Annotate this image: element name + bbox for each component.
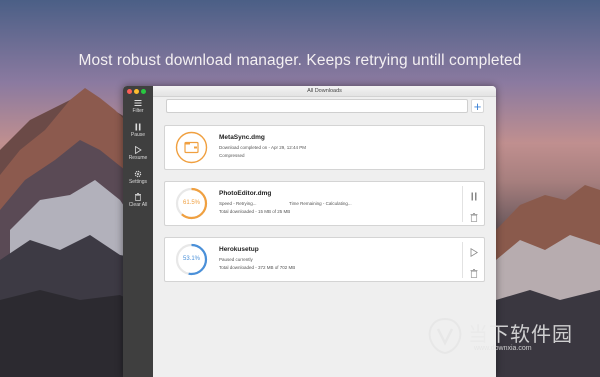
delete-button[interactable] xyxy=(467,209,481,222)
divider xyxy=(462,242,463,278)
gear-icon xyxy=(134,170,142,178)
compression-status: Compressed xyxy=(219,153,245,158)
sidebar-item-label: Clear All xyxy=(128,202,148,208)
time-remaining: Time Remaining - Calculating... xyxy=(289,201,352,206)
sidebar-item-label: Resume xyxy=(128,155,148,161)
close-window-button[interactable] xyxy=(127,89,132,94)
file-name: Herokusetup xyxy=(219,246,259,253)
watermark-logo xyxy=(428,317,462,355)
sidebar-item-settings[interactable]: Settings xyxy=(123,170,153,185)
sidebar-item-resume[interactable]: Resume xyxy=(123,146,153,161)
watermark: 当下软件园 www.downxia.com xyxy=(424,316,594,356)
sidebar: Filter Pause Resume Settings Clear All xyxy=(123,86,153,377)
sidebar-item-clear-all[interactable]: Clear All xyxy=(123,193,153,208)
progress-ring: 61.5% xyxy=(175,187,208,220)
minimize-window-button[interactable] xyxy=(134,89,139,94)
total-downloaded: Total downloaded - 372 MB of 702 MB xyxy=(219,265,296,270)
completed-badge xyxy=(175,131,208,164)
filter-icon xyxy=(134,100,142,106)
watermark-url: www.downxia.com xyxy=(474,345,532,352)
search-input[interactable] xyxy=(166,99,468,113)
pause-button[interactable] xyxy=(467,188,481,201)
folder-icon xyxy=(175,131,208,164)
add-download-button[interactable]: + xyxy=(471,99,484,113)
file-name: PhotoEditor.dmg xyxy=(219,190,272,197)
sidebar-item-filter[interactable]: Filter xyxy=(123,99,153,114)
trash-icon xyxy=(135,193,141,201)
progress-ring: 53.1% xyxy=(175,243,208,276)
resume-button[interactable] xyxy=(467,244,481,258)
headline: Most robust download manager. Keeps retr… xyxy=(78,52,522,69)
download-item[interactable]: MetaSync.dmg Download completed on - Apr… xyxy=(164,125,485,170)
paused-status: Paused currently xyxy=(219,257,253,262)
pause-icon xyxy=(471,192,477,201)
completion-time: Download completed on - Apr 29, 12:44 PM xyxy=(219,145,307,150)
window-title: All Downloads xyxy=(153,86,496,97)
trash-icon xyxy=(470,269,478,278)
divider xyxy=(462,186,463,222)
download-item[interactable]: 53.1% Herokusetup Paused currently Total… xyxy=(164,237,485,282)
progress-percent: 53.1% xyxy=(182,256,200,262)
play-icon xyxy=(470,247,479,258)
delete-button[interactable] xyxy=(467,265,481,278)
sidebar-item-label: Settings xyxy=(128,179,148,185)
window-controls xyxy=(127,89,146,94)
file-name: MetaSync.dmg xyxy=(219,134,265,141)
watermark-text: 当下软件园 xyxy=(468,322,573,346)
sidebar-item-pause[interactable]: Pause xyxy=(123,123,153,138)
play-icon xyxy=(135,146,142,154)
progress-percent: 61.5% xyxy=(182,200,200,206)
zoom-window-button[interactable] xyxy=(141,89,146,94)
sidebar-item-label: Filter xyxy=(132,108,144,114)
sidebar-item-label: Pause xyxy=(130,132,146,138)
search-row: + xyxy=(166,99,484,113)
download-item[interactable]: 61.5% PhotoEditor.dmg Speed - Retrying..… xyxy=(164,181,485,226)
total-downloaded: Total downloaded - 15 MB of 25 MB xyxy=(219,209,291,214)
download-speed: Speed - Retrying... xyxy=(219,201,257,206)
trash-icon xyxy=(470,213,478,222)
pause-icon xyxy=(135,123,141,131)
